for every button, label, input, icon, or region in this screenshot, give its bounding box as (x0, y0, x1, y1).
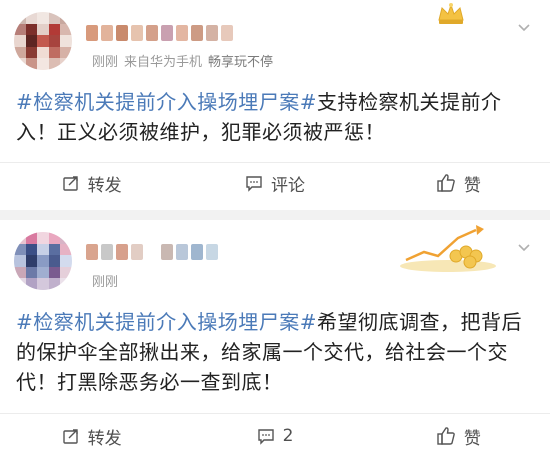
post-content: #检察机关提前介入操场埋尸案#支持检察机关提前介入！正义必须被维护，犯罪必须被严… (16, 87, 536, 147)
username-redacted[interactable] (86, 22, 233, 44)
comment-label: 评论 (270, 175, 305, 196)
comment-icon (246, 176, 262, 192)
post-meta: 刚刚 来自华为手机 畅享玩不停 (92, 51, 273, 70)
like-label: 赞 (463, 175, 481, 196)
chevron-down-icon[interactable] (516, 240, 532, 256)
repost-icon (62, 176, 78, 191)
weibo-post: 刚刚 #检察机关提前介入操场埋尸案#希望彻底调查，把背后的保护伞全部揪出来，给家… (0, 220, 550, 461)
like-button[interactable]: 赞 (367, 171, 550, 196)
comment-button[interactable]: 2 (183, 426, 366, 446)
comment-button[interactable]: 评论 (183, 171, 366, 196)
post-time: 刚刚 (92, 275, 119, 290)
repost-label: 转发 (87, 175, 122, 196)
post-actions: 转发 2 赞 (0, 416, 550, 456)
chevron-down-icon[interactable] (516, 20, 532, 36)
divider (0, 413, 550, 414)
like-icon (437, 174, 455, 192)
repost-button[interactable]: 转发 (0, 171, 183, 196)
hashtag-link[interactable]: #检察机关提前介入操场埋尸案# (16, 90, 317, 114)
username-redacted[interactable] (86, 241, 218, 263)
like-button[interactable]: 赞 (367, 424, 550, 449)
weibo-post: 刚刚 来自华为手机 畅享玩不停 #检察机关提前介入操场埋尸案#支持检察机关提前介入！… (0, 0, 550, 210)
like-icon (437, 427, 455, 445)
post-source: 来自华为手机 (124, 55, 203, 70)
feed-separator (0, 210, 550, 220)
comment-icon (257, 429, 274, 445)
repost-label: 转发 (87, 428, 122, 449)
like-label: 赞 (463, 428, 481, 449)
post-meta: 刚刚 (92, 271, 118, 290)
post-time: 刚刚 (92, 55, 119, 70)
hashtag-link[interactable]: #检察机关提前介入操场埋尸案# (16, 310, 317, 334)
repost-icon (62, 429, 78, 444)
avatar[interactable] (14, 12, 72, 70)
growth-chart-badge-icon (400, 225, 496, 272)
avatar[interactable] (14, 232, 72, 290)
post-source-app: 畅享玩不停 (208, 55, 274, 70)
repost-button[interactable]: 转发 (0, 424, 183, 449)
post-content: #检察机关提前介入操场埋尸案#希望彻底调查，把背后的保护伞全部揪出来，给家属一个… (16, 307, 536, 397)
weibo-feed: 刚刚 来自华为手机 畅享玩不停 #检察机关提前介入操场埋尸案#支持检察机关提前介入！… (0, 0, 550, 461)
post-actions: 转发 评论 赞 (0, 163, 550, 203)
crown-badge-icon (438, 3, 464, 24)
comment-count: 2 (282, 426, 294, 446)
